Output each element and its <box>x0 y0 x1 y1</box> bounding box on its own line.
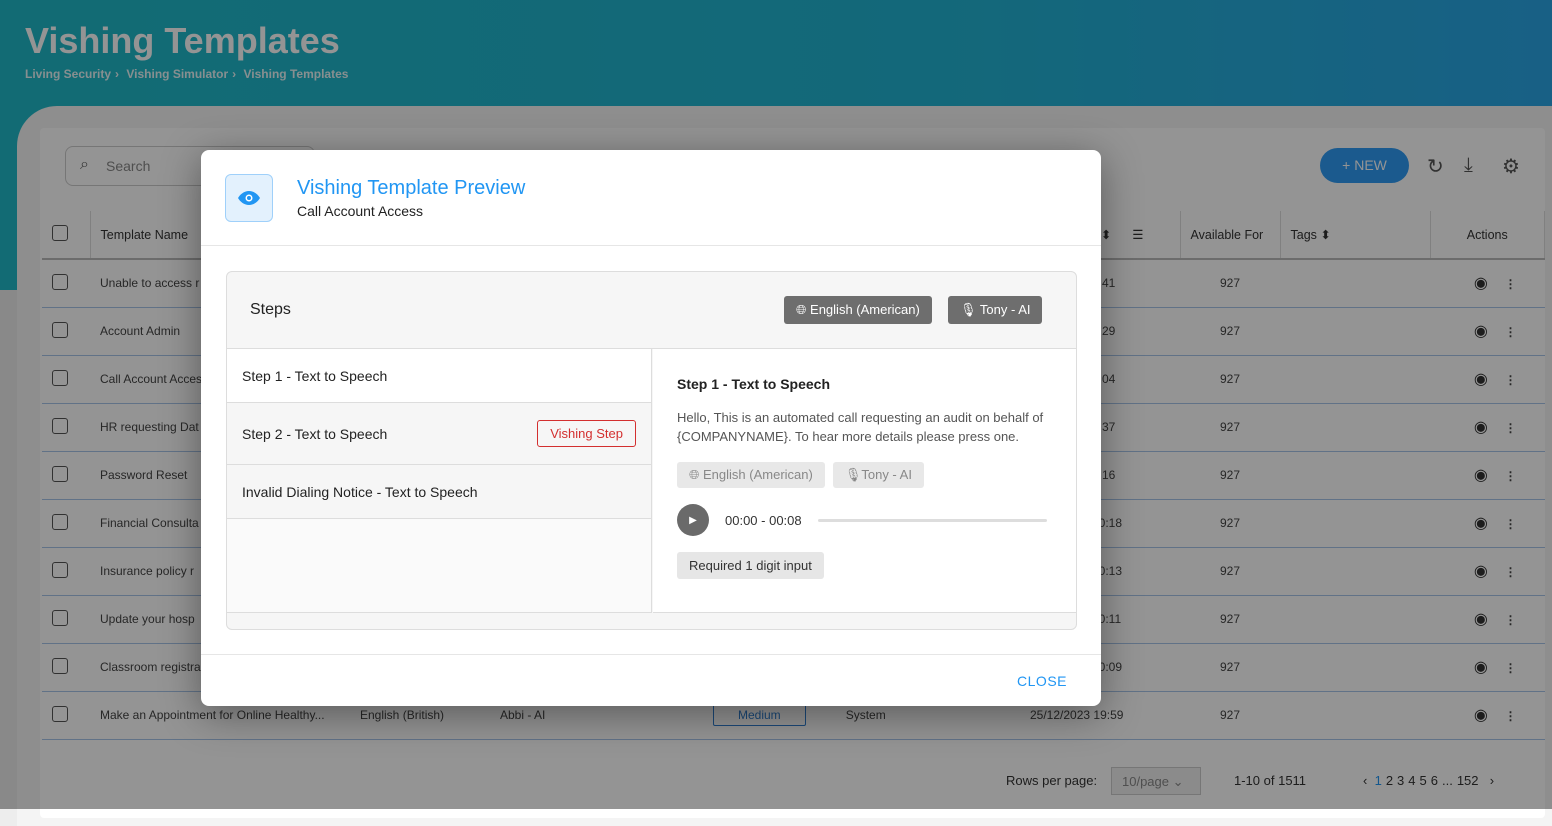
step-detail: Step 1 - Text to Speech Hello, This is a… <box>653 349 1076 613</box>
requirement-chip: Required 1 digit input <box>677 552 824 579</box>
audio-time: 00:00 - 00:08 <box>725 512 802 528</box>
modal-title: Vishing Template Preview <box>297 177 526 199</box>
step-item-1[interactable]: Step 1 - Text to Speech <box>227 349 651 403</box>
voice-chip: 🎙︎ Tony - AI <box>948 296 1043 324</box>
step-item-2[interactable]: Step 2 - Text to Speech Vishing Step <box>227 403 651 465</box>
audio-player: ▶ 00:00 - 00:08 <box>677 504 1054 536</box>
globe-icon: 🌐︎ <box>796 302 807 317</box>
step-detail-title: Step 1 - Text to Speech <box>677 376 830 392</box>
eye-icon <box>225 174 273 222</box>
language-chip: 🌐︎ English (American) <box>784 296 932 324</box>
step-detail-text: Hello, This is an automated call request… <box>677 410 1044 444</box>
detail-voice-chip: 🎙︎Tony - AI <box>832 462 924 488</box>
modal-subtitle: Call Account Access <box>297 203 424 219</box>
microphone-icon: 🎙︎ <box>960 302 977 317</box>
steps-panel: Steps 🌐︎ English (American) 🎙︎ Tony - AI… <box>226 271 1077 630</box>
step-item-3[interactable]: Invalid Dialing Notice - Text to Speech <box>227 465 651 519</box>
close-button[interactable]: CLOSE <box>1017 673 1067 689</box>
audio-progress-bar[interactable] <box>817 518 1047 522</box>
steps-label: Steps <box>250 301 291 318</box>
preview-modal: Vishing Template Preview Call Account Ac… <box>201 150 1101 706</box>
detail-language-chip: 🌐︎ English (American) <box>677 462 825 488</box>
steps-list: Step 1 - Text to Speech Step 2 - Text to… <box>227 349 652 613</box>
play-button[interactable]: ▶ <box>677 504 709 536</box>
vishing-step-badge: Vishing Step <box>537 420 636 447</box>
